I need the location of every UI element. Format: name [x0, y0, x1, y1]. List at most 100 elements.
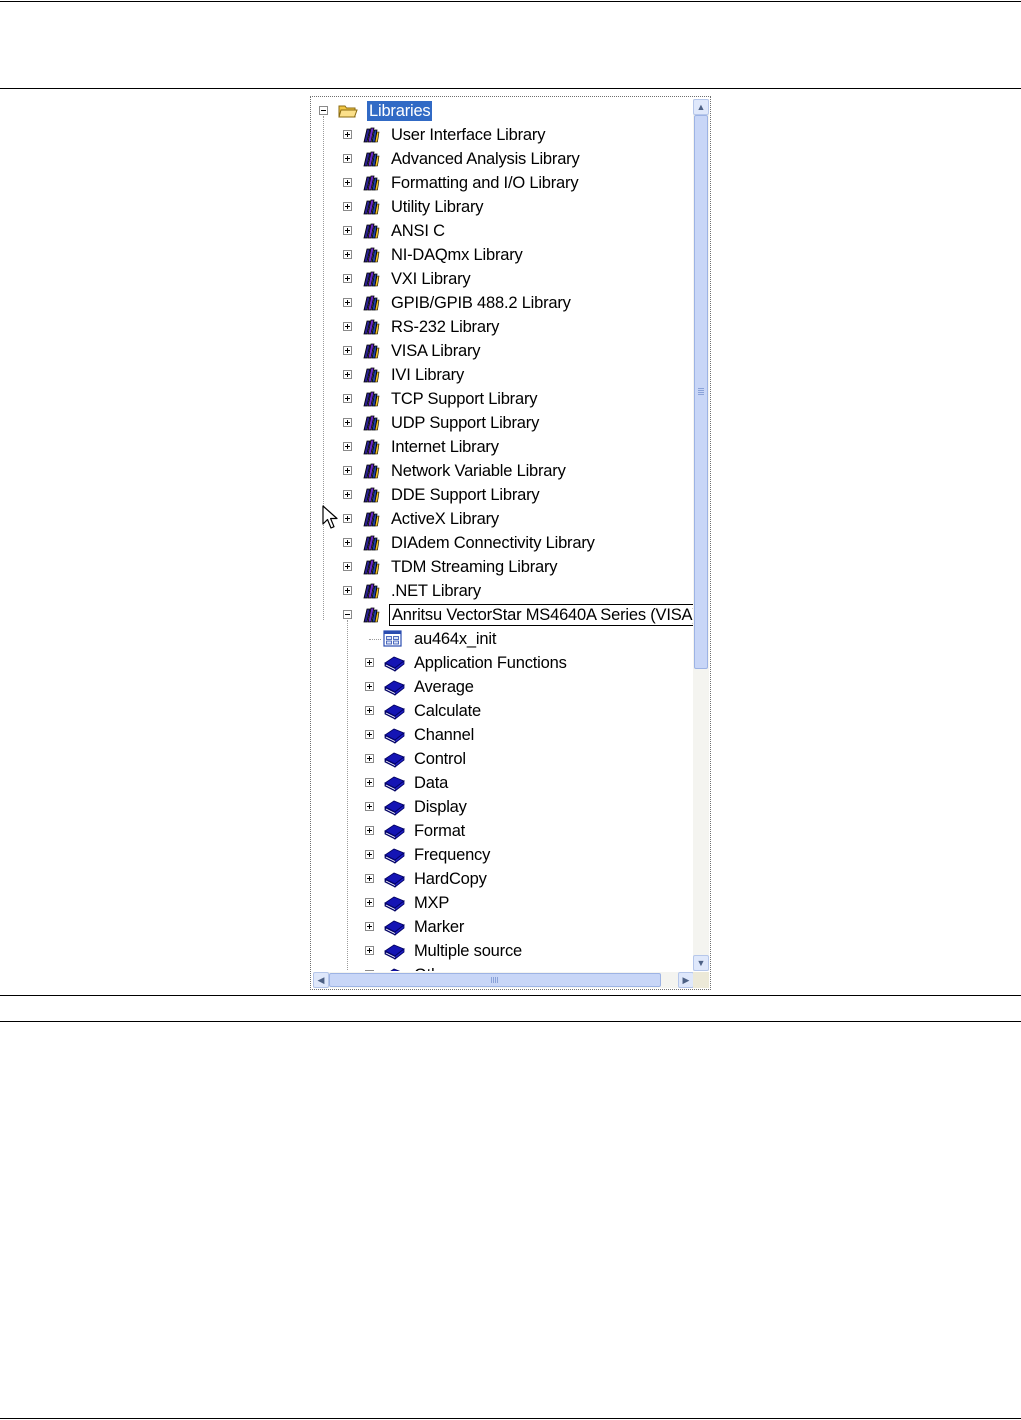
tree-item-library[interactable]: UDP Support Library: [313, 412, 693, 436]
expand-plus-icon[interactable]: [365, 946, 374, 955]
tree-item-label: Formatting and I/O Library: [391, 174, 579, 192]
tree-item-library[interactable]: TCP Support Library: [313, 388, 693, 412]
expand-plus-icon[interactable]: [365, 898, 374, 907]
tree-item-library[interactable]: TDM Streaming Library: [313, 556, 693, 580]
expand-plus-icon[interactable]: [343, 202, 352, 211]
expand-plus-icon[interactable]: [365, 874, 374, 883]
expand-plus-icon[interactable]: [343, 322, 352, 331]
expand-plus-icon[interactable]: [343, 226, 352, 235]
tree-item-label: Control: [414, 750, 466, 768]
tree-item-function-class[interactable]: Control: [313, 748, 693, 772]
vertical-scroll-thumb[interactable]: [694, 115, 708, 669]
tree-item-function-class[interactable]: Data: [313, 772, 693, 796]
tree-item-library[interactable]: DDE Support Library: [313, 484, 693, 508]
expand-plus-icon[interactable]: [365, 754, 374, 763]
expand-plus-icon[interactable]: [343, 130, 352, 139]
scroll-left-button[interactable]: ◀: [313, 972, 329, 988]
tree-item-library[interactable]: Formatting and I/O Library: [313, 172, 693, 196]
tree-item-library[interactable]: IVI Library: [313, 364, 693, 388]
expand-plus-icon[interactable]: [365, 970, 374, 971]
expand-plus-icon[interactable]: [343, 418, 352, 427]
expand-plus-icon[interactable]: [343, 562, 352, 571]
tree-item-function-class[interactable]: MXP: [313, 892, 693, 916]
tree-item-library[interactable]: Utility Library: [313, 196, 693, 220]
tree-item-label: VISA Library: [391, 342, 481, 360]
expand-plus-icon[interactable]: [365, 778, 374, 787]
library-icon: [361, 126, 381, 144]
scroll-up-button[interactable]: ▲: [693, 99, 709, 115]
library-icon: [361, 198, 381, 216]
library-icon: [361, 438, 381, 456]
class-book-icon: [383, 654, 405, 672]
scroll-down-button[interactable]: ▼: [693, 955, 709, 971]
tree-item-library[interactable]: Network Variable Library: [313, 460, 693, 484]
tree-item-label: RS-232 Library: [391, 318, 500, 336]
expand-plus-icon[interactable]: [365, 682, 374, 691]
tree-item-library[interactable]: Anritsu VectorStar MS4640A Series (VISA): [313, 604, 694, 628]
expand-plus-icon[interactable]: [343, 466, 352, 475]
tree-item-library[interactable]: Internet Library: [313, 436, 693, 460]
tree-item-library[interactable]: VXI Library: [313, 268, 693, 292]
expand-plus-icon[interactable]: [343, 346, 352, 355]
tree-item-label: Other: [412, 965, 456, 971]
tree-item-library[interactable]: GPIB/GPIB 488.2 Library: [313, 292, 693, 316]
tree-item-function-class[interactable]: Other: [313, 964, 693, 971]
expand-plus-icon[interactable]: [343, 538, 352, 547]
expand-plus-icon[interactable]: [343, 394, 352, 403]
tree-item-function-class[interactable]: Calculate: [313, 700, 693, 724]
tree-item-label: Multiple source: [414, 942, 522, 960]
expand-plus-icon[interactable]: [343, 154, 352, 163]
expand-plus-icon[interactable]: [343, 514, 352, 523]
collapse-minus-icon[interactable]: [319, 106, 328, 115]
expand-plus-icon[interactable]: [365, 658, 374, 667]
expand-plus-icon[interactable]: [365, 706, 374, 715]
expand-plus-icon[interactable]: [365, 802, 374, 811]
tree-item-library[interactable]: VISA Library: [313, 340, 693, 364]
tree-item-function-class[interactable]: Marker: [313, 916, 693, 940]
horizontal-scroll-thumb[interactable]: [329, 973, 661, 987]
tree-item-label: au464x_init: [414, 630, 497, 648]
expand-plus-icon[interactable]: [343, 586, 352, 595]
tree-item-function-class[interactable]: Application Functions: [313, 652, 693, 676]
expand-plus-icon[interactable]: [343, 490, 352, 499]
tree-item-library[interactable]: ActiveX Library: [313, 508, 693, 532]
expand-plus-icon[interactable]: [343, 178, 352, 187]
expand-plus-icon[interactable]: [343, 250, 352, 259]
tree-item-library[interactable]: .NET Library: [313, 580, 693, 604]
library-icon: [361, 342, 381, 360]
vertical-scrollbar[interactable]: ▲ ▼: [693, 99, 709, 971]
tree-item-function-class[interactable]: Channel: [313, 724, 693, 748]
class-book-icon: [383, 726, 405, 744]
tree-item-function-class[interactable]: Format: [313, 820, 693, 844]
scroll-right-button[interactable]: ▶: [678, 972, 694, 988]
expand-plus-icon[interactable]: [365, 730, 374, 739]
library-tree-panel[interactable]: Libraries User Interface Library Advanced …: [310, 96, 711, 990]
library-icon: [361, 294, 381, 312]
expand-plus-icon[interactable]: [343, 370, 352, 379]
expand-plus-icon[interactable]: [343, 298, 352, 307]
library-icon: [361, 318, 381, 336]
tree-item-library[interactable]: User Interface Library: [313, 124, 693, 148]
tree-item-function-class[interactable]: Frequency: [313, 844, 693, 868]
tree-item-label: Utility Library: [391, 198, 484, 216]
collapse-minus-icon[interactable]: [343, 610, 352, 619]
tree-item-library[interactable]: DIAdem Connectivity Library: [313, 532, 693, 556]
tree-item-library[interactable]: NI-DAQmx Library: [313, 244, 693, 268]
tree-item-function-class[interactable]: au464x_init: [313, 628, 693, 652]
open-folder-icon: [338, 102, 358, 120]
horizontal-scrollbar[interactable]: ◀ ▶: [313, 972, 694, 988]
tree-item-library[interactable]: RS-232 Library: [313, 316, 693, 340]
expand-plus-icon[interactable]: [365, 826, 374, 835]
tree-item-library[interactable]: ANSI C: [313, 220, 693, 244]
tree-item-function-class[interactable]: Display: [313, 796, 693, 820]
tree-item-function-class[interactable]: Multiple source: [313, 940, 693, 964]
expand-plus-icon[interactable]: [365, 922, 374, 931]
expand-plus-icon[interactable]: [343, 442, 352, 451]
tree-item-function-class[interactable]: Average: [313, 676, 693, 700]
tree-item-library[interactable]: Advanced Analysis Library: [313, 148, 693, 172]
tree-root-libraries[interactable]: Libraries: [313, 100, 693, 124]
tree-item-function-class[interactable]: HardCopy: [313, 868, 693, 892]
expand-plus-icon[interactable]: [343, 274, 352, 283]
library-tree[interactable]: Libraries User Interface Library Advanced …: [313, 99, 694, 971]
expand-plus-icon[interactable]: [365, 850, 374, 859]
